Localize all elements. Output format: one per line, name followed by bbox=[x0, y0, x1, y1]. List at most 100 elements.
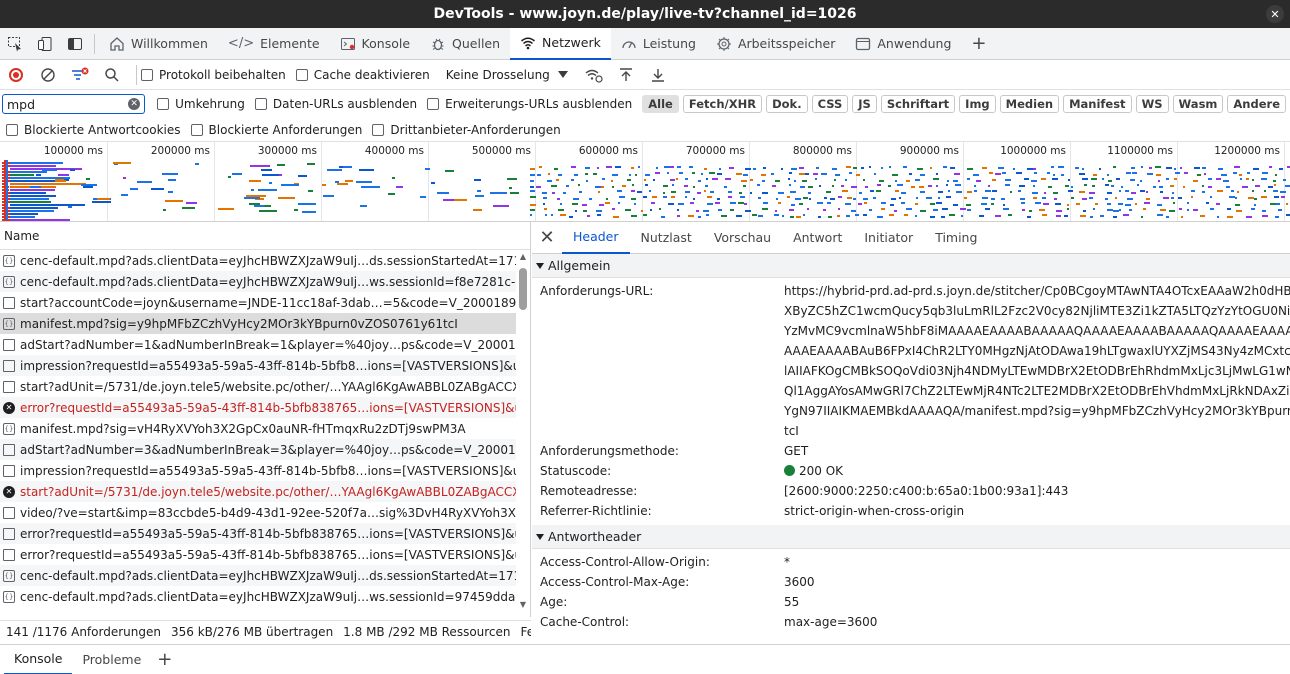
tab-console[interactable]: Konsole bbox=[330, 28, 420, 60]
filter-type-fetch-xhr[interactable]: Fetch/XHR bbox=[682, 95, 763, 113]
inspect-element-icon[interactable] bbox=[0, 28, 30, 60]
record-button[interactable] bbox=[4, 63, 28, 87]
overview-request-bar bbox=[1089, 192, 1095, 194]
blocked-requests-checkbox[interactable]: Blockierte Anforderungen bbox=[190, 123, 362, 137]
tab-sources[interactable]: Quellen bbox=[420, 28, 510, 60]
clear-button[interactable] bbox=[36, 63, 60, 87]
overview-request-bar bbox=[68, 206, 72, 208]
overview-request-bar bbox=[543, 197, 547, 199]
tab-network[interactable]: Netzwerk bbox=[510, 27, 611, 60]
filter-button[interactable] bbox=[68, 63, 92, 87]
tab-elements[interactable]: </> Elemente bbox=[218, 28, 330, 60]
filter-type-dok[interactable]: Dok. bbox=[766, 95, 808, 113]
overview-request-bar bbox=[967, 191, 972, 193]
overview-request-bar bbox=[796, 216, 801, 218]
filter-type-img[interactable]: Img bbox=[959, 95, 996, 113]
overview-request-bar bbox=[888, 185, 891, 187]
overview-request-bar bbox=[795, 198, 801, 200]
request-row[interactable]: {} cenc-default.mpd?ads.clientData=eyJhcH… bbox=[0, 250, 516, 271]
filter-type-wasm[interactable]: Wasm bbox=[1172, 95, 1224, 113]
request-row[interactable]: video/?ve=start&imp=83ccbde5-b4d9-43d1-9… bbox=[0, 502, 516, 523]
invert-checkbox[interactable]: Umkehrung bbox=[157, 97, 245, 111]
hide-extension-urls-checkbox[interactable]: Erweiterungs-URLs ausblenden bbox=[427, 97, 632, 111]
request-list-scrollbar[interactable]: ▲ ▼ bbox=[517, 250, 529, 612]
tab-response[interactable]: Antwort bbox=[782, 222, 853, 254]
export-har-button[interactable] bbox=[646, 63, 670, 87]
record-icon bbox=[9, 67, 23, 82]
request-row[interactable]: ✕ start?adUnit=/5731/de.joyn.tele5/websit… bbox=[0, 481, 516, 502]
dock-side-icon[interactable] bbox=[60, 28, 90, 60]
column-header-name[interactable]: Name bbox=[0, 222, 530, 250]
response-headers-section: Access-Control-Allow-Origin: * Access-Cont… bbox=[532, 549, 1290, 632]
overview-request-bar bbox=[707, 196, 712, 198]
response-headers-title: Antwortheader bbox=[548, 529, 642, 544]
filter-type-schriftart[interactable]: Schriftart bbox=[880, 95, 956, 113]
network-conditions-button[interactable] bbox=[582, 63, 606, 87]
drawer-tab-console[interactable]: Konsole bbox=[4, 645, 73, 674]
request-row[interactable]: adStart?adNumber=3&adNumberInBreak=3&pla… bbox=[0, 439, 516, 460]
request-name: error?requestId=a55493a5-59a5-43ff-814b-… bbox=[20, 547, 516, 562]
filter-type-manifest[interactable]: Manifest bbox=[1063, 95, 1132, 113]
scroll-down-icon[interactable]: ▼ bbox=[518, 600, 528, 609]
overview-request-bar bbox=[342, 166, 352, 168]
request-row[interactable]: {} cenc-default.mpd?ads.clientData=eyJhcH… bbox=[0, 586, 516, 607]
add-tab-icon[interactable]: + bbox=[961, 33, 996, 54]
add-drawer-tab-icon[interactable]: + bbox=[151, 649, 178, 670]
request-row[interactable]: error?requestId=a55493a5-59a5-43ff-814b-… bbox=[0, 544, 516, 565]
request-row[interactable]: {} manifest.mpd?sig=y9hpMFbZCzhVyHcy2MOr3… bbox=[0, 313, 516, 334]
overview-request-bar bbox=[941, 216, 945, 218]
filter-type-css[interactable]: CSS bbox=[811, 95, 849, 113]
request-row[interactable]: adStart?adNumber=1&adNumberInBreak=1&pla… bbox=[0, 334, 516, 355]
filter-type-alle[interactable]: Alle bbox=[642, 95, 679, 113]
preserve-log-checkbox[interactable]: Protokoll beibehalten bbox=[141, 68, 286, 82]
request-row[interactable]: ✕ error?requestId=a55493a5-59a5-43ff-814b… bbox=[0, 397, 516, 418]
disable-cache-checkbox[interactable]: Cache deaktivieren bbox=[295, 68, 430, 82]
scrollbar-thumb[interactable] bbox=[519, 268, 527, 310]
import-har-button[interactable] bbox=[614, 63, 638, 87]
close-icon[interactable]: ✕ bbox=[532, 227, 562, 248]
tab-timing[interactable]: Timing bbox=[924, 222, 988, 254]
tab-headers[interactable]: Header bbox=[562, 222, 630, 254]
throttling-select[interactable]: Keine Drosselung bbox=[440, 64, 574, 86]
fetch-icon: {} bbox=[3, 569, 15, 582]
request-row[interactable]: {} cenc-default.mpd?ads.clientData=eyJhcH… bbox=[0, 271, 516, 292]
tab-welcome[interactable]: Willkommen bbox=[99, 28, 218, 60]
close-icon[interactable]: ✕ bbox=[1266, 5, 1284, 23]
request-row[interactable]: {} cenc-default.mpd?ads.clientData=eyJhcH… bbox=[0, 565, 516, 586]
tab-performance[interactable]: Leistung bbox=[611, 28, 706, 60]
filter-type-andere[interactable]: Andere bbox=[1227, 95, 1286, 113]
blocked-cookies-checkbox[interactable]: Blockierte Antwortcookies bbox=[6, 123, 181, 137]
tab-initiator[interactable]: Initiator bbox=[853, 222, 924, 254]
filter-type-js[interactable]: JS bbox=[852, 95, 877, 113]
request-row[interactable]: impression?requestId=a55493a5-59a5-43ff-… bbox=[0, 460, 516, 481]
filter-bar-secondary: Blockierte Antwortcookies Blockierte Anf… bbox=[0, 118, 1290, 142]
scroll-up-icon[interactable]: ▲ bbox=[518, 252, 528, 261]
request-row[interactable]: {} manifest.mpd?sig=vH4RyXVYoh3X2GpCx0auN… bbox=[0, 418, 516, 439]
request-row[interactable]: start?adUnit=/5731/de.joyn.tele5/website… bbox=[0, 376, 516, 397]
overview-request-bar bbox=[736, 173, 742, 175]
response-headers-section-header[interactable]: Antwortheader bbox=[532, 525, 1290, 549]
filter-type-ws[interactable]: WS bbox=[1135, 95, 1169, 113]
overview-request-bar bbox=[601, 186, 604, 188]
general-section-title: Allgemein bbox=[548, 258, 611, 273]
overview-tick-label: 1200000 ms bbox=[1214, 145, 1280, 157]
tab-memory[interactable]: Arbeitsspeicher bbox=[706, 28, 845, 60]
request-row[interactable]: impression?requestId=a55493a5-59a5-43ff-… bbox=[0, 355, 516, 376]
tab-preview[interactable]: Vorschau bbox=[703, 222, 782, 254]
overview-request-bar bbox=[776, 198, 778, 200]
clear-filter-icon[interactable]: ✕ bbox=[128, 98, 141, 110]
filter-input[interactable]: mpd ✕ bbox=[2, 94, 146, 114]
tab-payload[interactable]: Nutzlast bbox=[630, 222, 703, 254]
request-row[interactable]: error?requestId=a55493a5-59a5-43ff-814b-… bbox=[0, 523, 516, 544]
device-toolbar-icon[interactable] bbox=[30, 28, 60, 60]
third-party-checkbox[interactable]: Drittanbieter-Anforderungen bbox=[372, 123, 561, 137]
tab-application[interactable]: Anwendung bbox=[845, 28, 961, 60]
filter-type-medien[interactable]: Medien bbox=[999, 95, 1060, 113]
drawer-tab-issues[interactable]: Probleme bbox=[72, 645, 151, 674]
hide-data-urls-checkbox[interactable]: Daten-URLs ausblenden bbox=[254, 97, 417, 111]
request-row[interactable]: start?accountCode=joyn&username=JNDE-11c… bbox=[0, 292, 516, 313]
overview-request-bar bbox=[86, 178, 90, 180]
search-button[interactable] bbox=[100, 63, 124, 87]
general-section-header[interactable]: Allgemein bbox=[532, 254, 1290, 278]
network-overview-timeline[interactable]: 100000 ms 200000 ms 300000 ms 400000 ms 5000… bbox=[0, 142, 1290, 222]
